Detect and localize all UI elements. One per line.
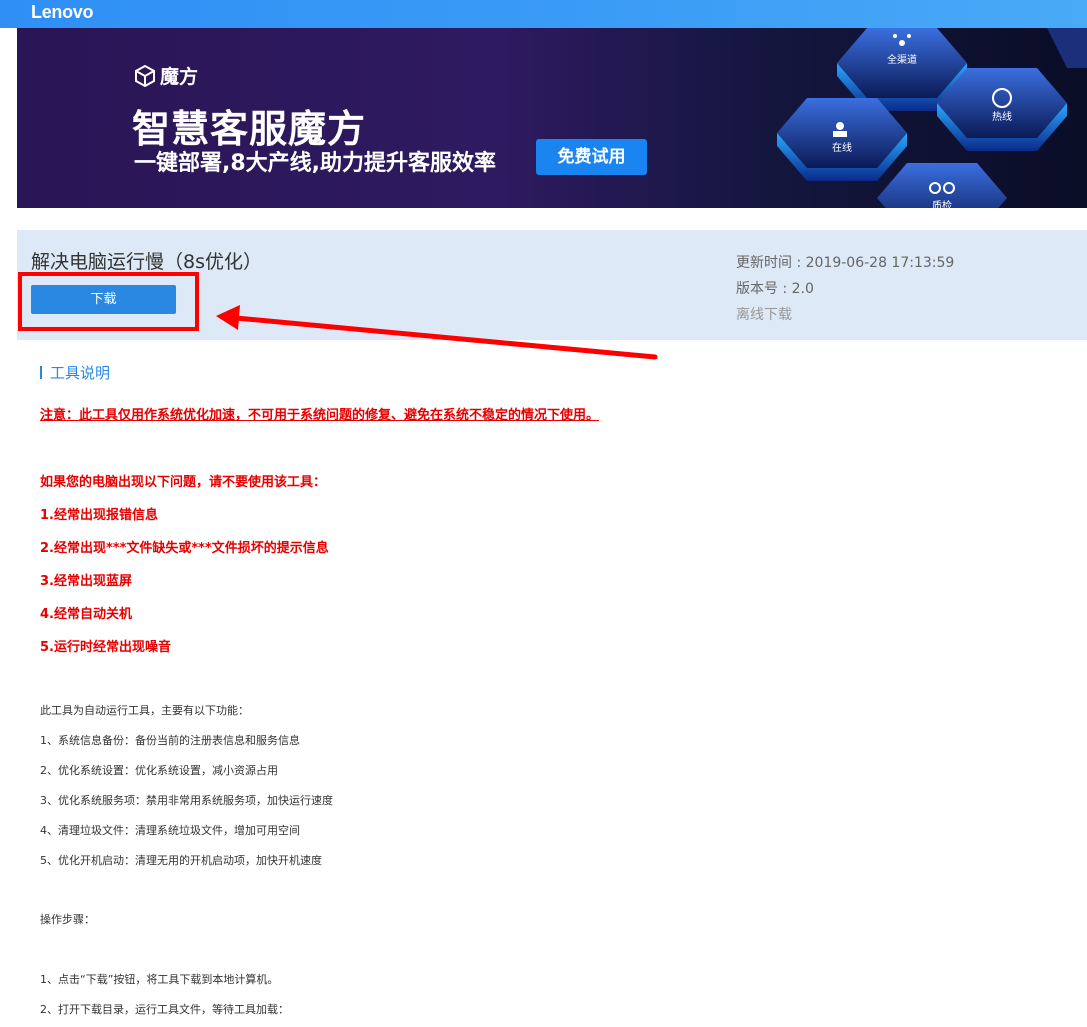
hexagon-graphic: 全渠道 热线 在线 质检 bbox=[777, 28, 1087, 208]
offline-download-link[interactable]: 离线下载 bbox=[736, 302, 954, 328]
feature-item: 4、清理垃圾文件：清理系统垃圾文件，增加可用空间 bbox=[40, 824, 300, 837]
version: 版本号 : 2.0 bbox=[736, 281, 814, 297]
cube-icon bbox=[135, 64, 155, 87]
feature-item: 1、系统信息备份：备份当前的注册表信息和服务信息 bbox=[40, 734, 300, 747]
hex-label-online: 在线 bbox=[832, 141, 852, 154]
lenovo-logo[interactable]: Lenovo bbox=[31, 2, 94, 23]
hex-label-omnichannel: 全渠道 bbox=[887, 53, 917, 66]
hex-label-hotline: 热线 bbox=[992, 110, 1012, 123]
section-header: 工具说明 bbox=[40, 360, 1040, 384]
feature-item: 5、优化开机启动：清理无用的开机启动项，加快开机速度 bbox=[40, 854, 322, 867]
problem-item: 2.经常出现***文件缺失或***文件损坏的提示信息 bbox=[40, 541, 329, 556]
problem-item: 1.经常出现报错信息 bbox=[40, 508, 158, 523]
tool-title: 解决电脑运行慢（8s优化） bbox=[31, 251, 262, 273]
promo-banner[interactable]: 魔方 智慧客服魔方 一键部署,8大产线,助力提升客服效率 免费试用 全渠道 热线 bbox=[17, 28, 1087, 208]
banner-subtitle: 一键部署,8大产线,助力提升客服效率 bbox=[134, 151, 497, 176]
mofang-logo-text: 魔方 bbox=[160, 66, 199, 88]
step-item: 2、打开下载目录，运行工具文件，等待工具加载： bbox=[40, 1003, 289, 1016]
problem-item: 5.运行时经常出现噪音 bbox=[40, 640, 171, 655]
tool-meta: 更新时间 : 2019-06-28 17:13:59 版本号 : 2.0 离线下… bbox=[736, 250, 954, 328]
free-trial-button[interactable]: 免费试用 bbox=[536, 139, 647, 175]
steps-intro: 操作步骤： bbox=[40, 913, 95, 926]
section-bar bbox=[40, 365, 42, 379]
tool-description: 工具说明 注意：此工具仅用作系统优化加速，不可用于系统问题的修复、避免在系统不稳… bbox=[40, 360, 1040, 1016]
download-button[interactable]: 下载 bbox=[31, 285, 176, 314]
top-bar: Lenovo bbox=[0, 0, 1087, 28]
section-title: 工具说明 bbox=[50, 363, 111, 382]
problems-intro: 如果您的电脑出现以下问题，请不要使用该工具： bbox=[40, 475, 327, 490]
problem-item: 3.经常出现蓝屏 bbox=[40, 574, 132, 589]
feature-item: 3、优化系统服务项：禁用非常用系统服务项，加快运行速度 bbox=[40, 794, 333, 807]
feature-item: 2、优化系统设置：优化系统设置，减小资源占用 bbox=[40, 764, 278, 777]
tool-info-panel: 解决电脑运行慢（8s优化） 下载 更新时间 : 2019-06-28 17:13… bbox=[17, 230, 1087, 340]
mofang-logo: 魔方 bbox=[134, 62, 198, 89]
warning-text: 注意：此工具仅用作系统优化加速，不可用于系统问题的修复、避免在系统不稳定的情况下… bbox=[40, 408, 600, 423]
update-time: 更新时间 : 2019-06-28 17:13:59 bbox=[736, 255, 955, 271]
problem-item: 4.经常自动关机 bbox=[40, 607, 132, 622]
hex-label-qc: 质检 bbox=[932, 199, 952, 208]
step-item: 1、点击“下载”按钮，将工具下载到本地计算机。 bbox=[40, 973, 279, 986]
features-intro: 此工具为自动运行工具，主要有以下功能： bbox=[40, 704, 249, 717]
